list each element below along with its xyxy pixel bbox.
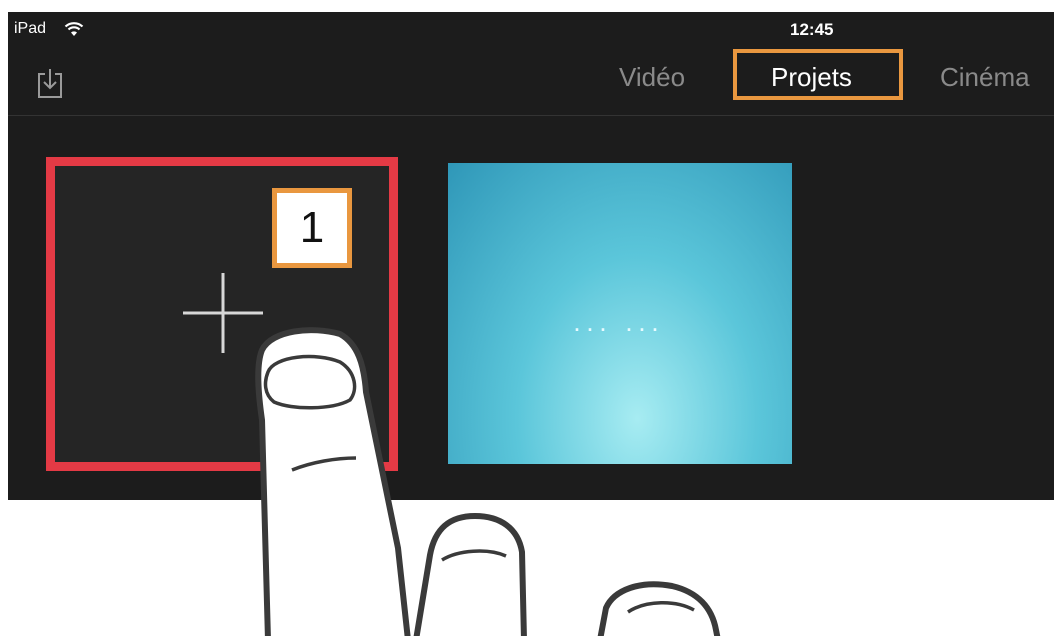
plus-icon [183,273,263,353]
toolbar: Vidéo Projets Cinéma [8,46,1054,116]
imovie-screen: iPad 12:45 Vidéo Projets Cinéma ... ... [8,12,1054,500]
status-bar: iPad 12:45 [8,12,1054,46]
tray-import-icon[interactable] [36,66,64,100]
wifi-icon [64,22,84,36]
device-name: iPad [14,20,47,37]
project-thumbnail[interactable]: ... ... [448,163,792,464]
step-number-badge: 1 [272,188,352,268]
project-thumbnail-placeholder: ... ... [574,315,666,335]
clock: 12:45 [790,20,834,39]
tab-video[interactable]: Vidéo [619,62,685,93]
tab-cinema[interactable]: Cinéma [940,62,1030,93]
tab-projets[interactable]: Projets [771,62,852,93]
